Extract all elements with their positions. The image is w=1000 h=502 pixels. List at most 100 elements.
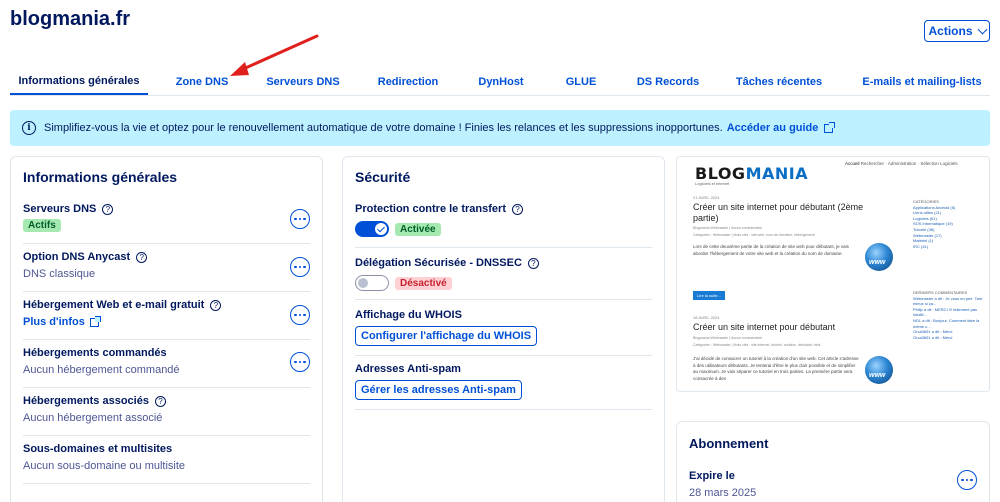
tab-zone-dns[interactable]: Zone DNS	[174, 68, 230, 95]
general-info-title: Informations générales	[23, 169, 178, 185]
status-badge: Activée	[395, 222, 441, 236]
dns-servers-label: Serveurs DNS	[23, 203, 97, 215]
divider	[355, 299, 652, 300]
ordered-hosting-row: Hébergements commandés Aucun hébergement…	[23, 347, 310, 376]
dnssec-row: Délégation Sécurisée - DNSSEC? Désactivé	[355, 257, 652, 291]
check-icon	[377, 224, 385, 232]
page-title: blogmania.fr	[10, 8, 131, 30]
website-preview: BLOGMANIA Logiciels et internet Accueil …	[676, 156, 990, 392]
divider	[355, 247, 652, 248]
subdomains-row: Sous-domaines et multisites Aucun sous-d…	[23, 443, 310, 472]
whois-label: Affichage du WHOIS	[355, 309, 462, 321]
security-card: Sécurité Protection contre le transfert?…	[342, 156, 665, 502]
preview-post-title: Créer un site internet pour débutant	[693, 322, 836, 332]
dns-servers-row: Serveurs DNS? Actifs	[23, 203, 310, 233]
expiry-label: Expire le	[689, 470, 735, 482]
preview-sidebar-categories: CATÉGORIES Applications Android (5) Lien…	[913, 199, 956, 249]
tab-redirection[interactable]: Redirection	[378, 68, 439, 95]
preview-post-date: 18 AVRIL 2024	[693, 315, 720, 320]
info-banner: i Simplifiez-vous la vie et optez pour l…	[10, 110, 990, 146]
divider	[355, 355, 652, 356]
expiry-date: 28 mars 2025	[689, 487, 757, 499]
more-info-link[interactable]: Plus d'infos	[23, 315, 101, 328]
preview-post-meta: Blogmania Webmaster | Aucun commentaire	[693, 226, 763, 230]
preview-post-text: Lors de cette deuxième partie de la créa…	[693, 244, 849, 256]
more-options-button[interactable]	[290, 352, 310, 372]
transfer-protection-toggle[interactable]	[355, 221, 389, 237]
info-icon: i	[22, 121, 36, 135]
more-options-button[interactable]	[290, 257, 310, 277]
dnssec-toggle[interactable]	[355, 275, 389, 291]
more-options-button[interactable]	[290, 305, 310, 325]
subscription-card: Abonnement Expire le 28 mars 2025	[676, 421, 990, 502]
tab-serveurs-dns[interactable]: Serveurs DNS	[266, 68, 339, 95]
dnssec-label: Délégation Sécurisée - DNSSEC	[355, 257, 522, 269]
ordered-hosting-value: Aucun hébergement commandé	[23, 364, 180, 376]
divider	[23, 435, 310, 436]
status-badge: Actifs	[23, 219, 61, 232]
more-info-label: Plus d'infos	[23, 316, 85, 328]
globe-www-image	[865, 243, 893, 271]
anycast-label: Option DNS Anycast	[23, 251, 131, 263]
help-icon[interactable]: ?	[210, 299, 222, 311]
tab-bar: Informations générales Zone DNS Serveurs…	[10, 68, 990, 96]
help-icon[interactable]: ?	[102, 203, 114, 215]
preview-read-more-button: Lire la suite...	[693, 291, 725, 300]
divider	[23, 387, 310, 388]
tab-glue[interactable]: GLUE	[563, 68, 599, 95]
external-link-icon[interactable]	[824, 121, 836, 133]
associated-hosting-value: Aucun hébergement associé	[23, 412, 163, 424]
external-link-icon	[89, 315, 101, 327]
configure-whois-button[interactable]: Configurer l'affichage du WHOIS	[355, 326, 538, 346]
preview-nav: Accueil Rechercher · Administration · Sé…	[845, 161, 958, 166]
security-title: Sécurité	[355, 169, 411, 185]
divider	[23, 339, 310, 340]
divider	[355, 409, 652, 410]
antispam-row: Adresses Anti-spam Gérer les adresses An…	[355, 363, 652, 400]
preview-post-title: Créer un site internet pour débutant (2è…	[693, 202, 864, 223]
preview-post-cats: Catégories : Webmaster | Mots clés : sit…	[693, 343, 821, 347]
divider	[23, 291, 310, 292]
preview-post-text: J'ai décidé de consacrer un tutoriel à l…	[693, 356, 859, 381]
actions-button-label: Actions	[928, 24, 973, 38]
tab-ds-records[interactable]: DS Records	[637, 68, 699, 95]
preview-post-meta: Blogmania Webmaster | Aucun commentaire	[693, 336, 763, 340]
subscription-title: Abonnement	[689, 436, 769, 451]
free-hosting-label: Hébergement Web et e-mail gratuit	[23, 299, 205, 311]
globe-www-image	[865, 356, 893, 384]
preview-post-cats: Catégories : Webmaster | Mots clés : sit…	[693, 233, 815, 237]
help-icon[interactable]: ?	[154, 395, 166, 407]
tab-informations-generales[interactable]: Informations générales	[10, 68, 148, 95]
ordered-hosting-label: Hébergements commandés	[23, 347, 167, 359]
general-info-card: Informations générales Serveurs DNS? Act…	[10, 156, 323, 502]
anycast-value: DNS classique	[23, 268, 96, 280]
manage-antispam-button[interactable]: Gérer les adresses Anti-spam	[355, 380, 522, 400]
transfer-protection-row: Protection contre le transfert? Activée	[355, 203, 652, 237]
tab-taches-recentes[interactable]: Tâches récentes	[736, 68, 822, 95]
whois-row: Affichage du WHOIS Configurer l'affichag…	[355, 309, 652, 346]
preview-sidebar-comments: DERNIERS COMMENTAIRES Webmaster a dit : …	[913, 290, 983, 340]
guide-link[interactable]: Accéder au guide	[727, 122, 819, 134]
tab-emails-mailing-lists[interactable]: E-mails et mailing-lists	[858, 68, 986, 95]
divider	[23, 243, 310, 244]
status-badge: Désactivé	[395, 276, 452, 290]
banner-text: Simplifiez-vous la vie et optez pour le …	[44, 122, 723, 134]
subdomains-label: Sous-domaines et multisites	[23, 443, 173, 455]
subdomains-value: Aucun sous-domaine ou multisite	[23, 460, 186, 472]
chevron-down-icon	[977, 24, 987, 34]
help-icon[interactable]: ?	[527, 257, 539, 269]
divider	[23, 483, 310, 484]
anycast-row: Option DNS Anycast? DNS classique	[23, 251, 310, 280]
more-options-button[interactable]	[290, 209, 310, 229]
help-icon[interactable]: ?	[511, 203, 523, 215]
associated-hosting-row: Hébergements associés? Aucun hébergement…	[23, 395, 310, 424]
associated-hosting-label: Hébergements associés	[23, 395, 149, 407]
preview-post-date: 21 AVRIL 2024	[693, 195, 720, 200]
free-hosting-row: Hébergement Web et e-mail gratuit? Plus …	[23, 299, 310, 330]
transfer-protection-label: Protection contre le transfert	[355, 203, 506, 215]
help-icon[interactable]: ?	[136, 251, 148, 263]
tab-dynhost[interactable]: DynHost	[476, 68, 526, 95]
preview-tagline: Logiciels et internet	[695, 181, 730, 186]
more-options-button[interactable]	[957, 470, 977, 490]
actions-button[interactable]: Actions	[924, 20, 990, 42]
